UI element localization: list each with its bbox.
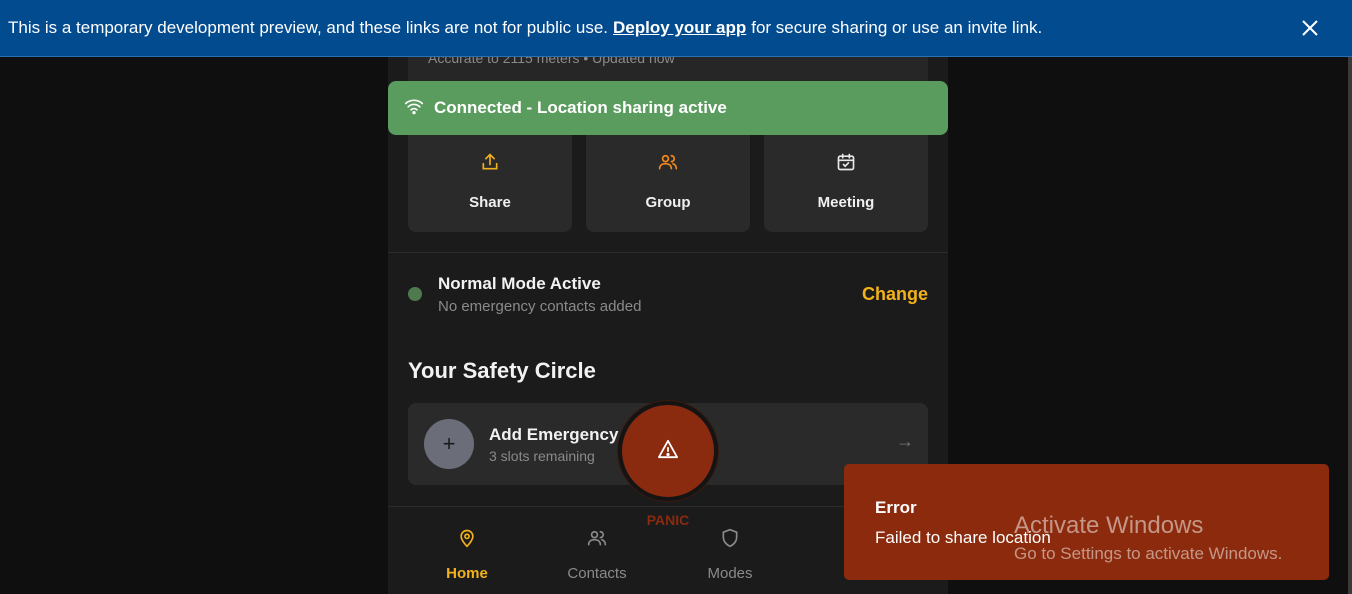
mode-status: Normal Mode Active No emergency contacts… <box>408 274 928 318</box>
meeting-button[interactable]: Meeting <box>764 128 928 232</box>
share-label: Share <box>469 194 511 211</box>
dev-preview-banner: This is a temporary development preview,… <box>0 0 1352 57</box>
nav-home-label: Home <box>446 565 488 582</box>
change-mode-button[interactable]: Change <box>862 284 928 305</box>
nav-contacts[interactable]: Contacts <box>537 527 657 582</box>
shield-icon <box>670 527 790 553</box>
panic-button[interactable] <box>618 401 718 501</box>
group-label: Group <box>645 194 691 211</box>
error-message: Failed to share location <box>875 528 1051 547</box>
nav-home[interactable]: Home <box>407 527 527 582</box>
safety-circle-title: Your Safety Circle <box>408 358 596 383</box>
nav-modes[interactable]: Modes <box>670 527 790 582</box>
group-icon <box>658 152 678 176</box>
status-dot <box>408 287 422 301</box>
error-title: Error <box>875 498 917 517</box>
share-button[interactable]: Share <box>408 128 572 232</box>
slots-remaining: 3 slots remaining <box>489 448 595 464</box>
plus-icon: + <box>424 419 474 469</box>
error-toast[interactable]: Error Failed to share location <box>844 464 1329 580</box>
add-emergency-label: Add Emergency <box>489 425 619 444</box>
contacts-icon <box>537 527 657 553</box>
page-scrollbar[interactable] <box>1348 57 1352 594</box>
banner-text: This is a temporary development preview,… <box>8 18 609 37</box>
arrow-right-icon: → <box>896 431 914 451</box>
divider <box>388 252 948 253</box>
mode-subtitle: No emergency contacts added <box>438 298 642 315</box>
calendar-icon <box>836 152 856 176</box>
connected-message: Connected - Location sharing active <box>434 98 727 117</box>
location-pin-icon <box>407 527 527 553</box>
connected-toast: Connected - Location sharing active <box>388 81 948 135</box>
group-button[interactable]: Group <box>586 128 750 232</box>
mode-title: Normal Mode Active <box>438 274 601 293</box>
deploy-app-link[interactable]: Deploy your app <box>613 18 746 38</box>
share-icon <box>480 152 500 176</box>
close-icon[interactable] <box>1298 16 1322 40</box>
nav-modes-label: Modes <box>707 565 753 582</box>
panic-label: PANIC <box>646 512 690 528</box>
banner-text-after: for secure sharing or use an invite link… <box>751 18 1043 37</box>
warning-icon <box>657 439 679 464</box>
meeting-label: Meeting <box>817 194 875 211</box>
nav-contacts-label: Contacts <box>567 565 627 582</box>
quick-actions: Share Group Meeting <box>408 128 928 232</box>
wifi-icon <box>404 97 434 120</box>
